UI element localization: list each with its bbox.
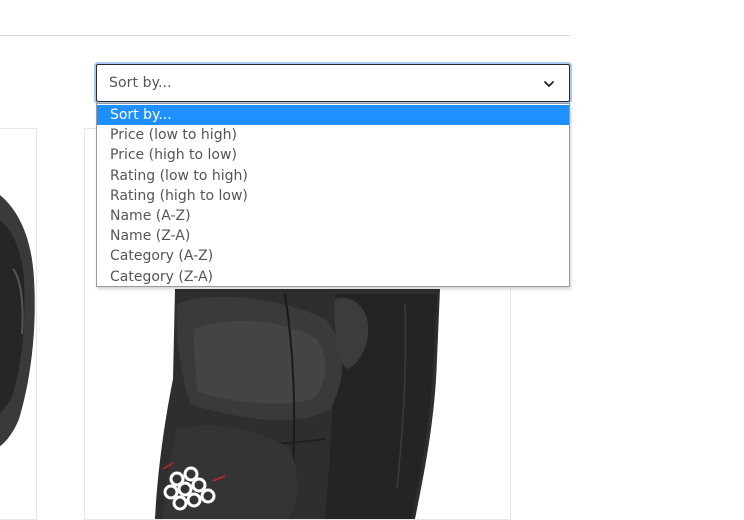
sort-select-value: Sort by...	[109, 75, 172, 91]
sort-option[interactable]: Rating (low to high)	[97, 166, 569, 186]
sort-option[interactable]: Rating (high to low)	[97, 186, 569, 206]
sort-option[interactable]: Category (Z-A)	[97, 267, 569, 287]
product-card[interactable]	[0, 128, 37, 520]
sort-option[interactable]: Price (high to low)	[97, 145, 569, 165]
sort-dropdown-list[interactable]: Sort by... Price (low to high) Price (hi…	[96, 103, 570, 287]
sort-select[interactable]: Sort by...	[96, 64, 570, 102]
sort-option[interactable]: Sort by...	[97, 105, 569, 126]
sort-option[interactable]: Category (A-Z)	[97, 246, 569, 266]
chevron-down-icon	[544, 81, 554, 87]
header-divider	[0, 35, 570, 36]
sort-option[interactable]: Name (A-Z)	[97, 206, 569, 226]
sort-option[interactable]: Name (Z-A)	[97, 226, 569, 246]
sort-option[interactable]: Price (low to high)	[97, 125, 569, 145]
product-image[interactable]	[0, 129, 36, 519]
